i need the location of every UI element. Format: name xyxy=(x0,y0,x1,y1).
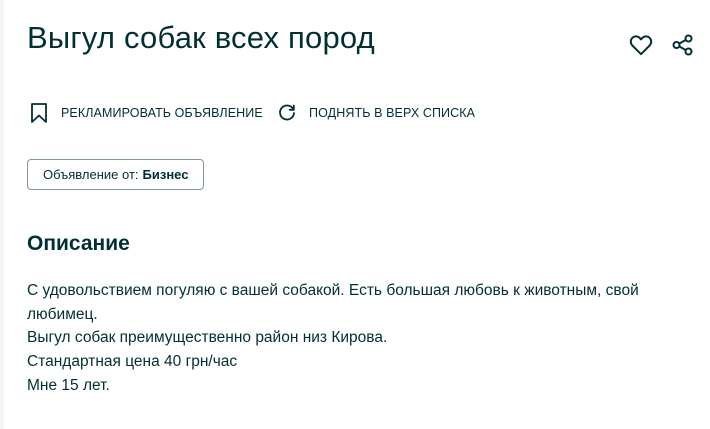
lift-listing-label: Поднять в верх списка xyxy=(309,106,476,120)
heart-icon xyxy=(629,35,653,56)
description-heading: Описание xyxy=(27,232,130,255)
promote-listing-button[interactable]: Рекламировать объявление xyxy=(29,101,263,125)
seller-type-label: Объявление от: xyxy=(43,167,139,182)
lift-listing-button[interactable]: Поднять в верх списка xyxy=(277,101,475,125)
seller-type-badge: Объявление от: Бизнес xyxy=(27,159,205,190)
refresh-icon xyxy=(279,104,295,121)
description-line: Мне 15 лет. xyxy=(27,376,110,394)
bookmark-icon xyxy=(31,103,47,123)
description-line: С удовольствием погуляю с вашей собакой.… xyxy=(27,282,639,323)
description-line: Стандартная цена 40 грн/час xyxy=(27,353,238,371)
share-icon xyxy=(672,34,693,56)
favorite-button[interactable] xyxy=(628,32,654,58)
description-line: Выгул собак преимущественно район низ Ки… xyxy=(27,329,388,347)
description-text: С удовольствием погуляю с вашей собакой.… xyxy=(27,279,687,398)
listing-title: Выгул собак всех пород xyxy=(27,20,375,55)
promote-listing-label: Рекламировать объявление xyxy=(61,106,263,120)
share-button[interactable] xyxy=(670,32,696,58)
listing-card: Выгул собак всех пород Рекламировать объ… xyxy=(4,0,710,429)
seller-type-value: Бизнес xyxy=(142,167,189,182)
